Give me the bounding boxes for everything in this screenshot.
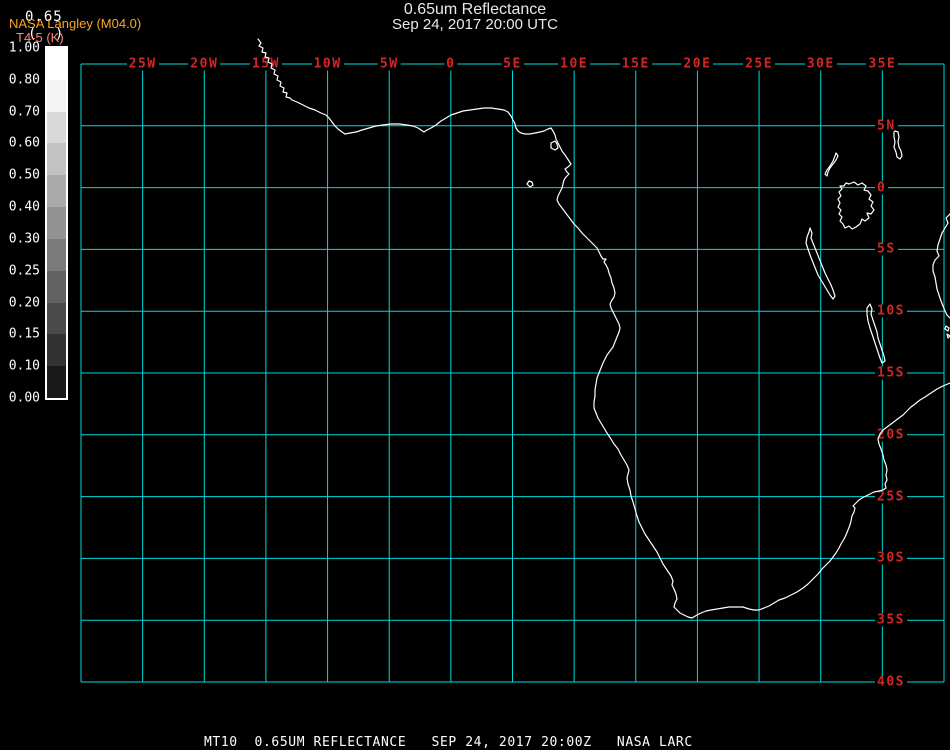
colorbar-segment: [47, 238, 66, 271]
title-block: 0.65um Reflectance Sep 24, 2017 20:00 UT…: [0, 1, 950, 33]
latitude-label: 35S: [875, 612, 907, 628]
colorbar-segment: [47, 48, 66, 80]
latitude-label: 5N: [875, 118, 898, 134]
timestamp-title: Sep 24, 2017 20:00 UTC: [392, 16, 558, 33]
longitude-label: 15E: [619, 56, 652, 72]
colorbar-tick-label: 0.40: [8, 199, 40, 215]
longitude-label: 15W: [249, 56, 282, 72]
latitude-label: 10S: [875, 303, 907, 319]
colorbar-segment: [47, 302, 66, 335]
colorbar-tick-label: 0.10: [8, 358, 40, 374]
channel-label: T4-5 (K): [16, 30, 64, 45]
colorbar-tick-label: 0.20: [8, 295, 40, 311]
colorbar-segment: [47, 143, 66, 176]
longitude-label: 35E: [866, 56, 899, 72]
longitude-label: 20E: [681, 56, 714, 72]
latitude-label: 15S: [875, 365, 907, 381]
latitude-label: 0: [875, 180, 889, 196]
product-title: 0.65um Reflectance: [403, 1, 547, 18]
status-line: MT10 0.65UM REFLECTANCE SEP 24, 2017 20:…: [204, 735, 693, 750]
source-label: NASA Langley (M04.0): [9, 16, 142, 31]
colorbar-segment: [47, 79, 66, 112]
colorbar-tick-label: 0.50: [8, 167, 40, 183]
grid-label-layer: 25W 20W 15W 10W 5W 0 5E 10E 15E 20E 25E 30E 35E 5N 0 5S…: [0, 0, 950, 750]
longitude-label: 0: [444, 56, 458, 72]
colorbar-segment: [47, 270, 66, 303]
longitude-label: 5E: [501, 56, 524, 72]
reflectance-colorbar: [45, 46, 68, 400]
latitude-label: 25S: [875, 489, 907, 505]
colorbar-segment: [47, 366, 66, 398]
longitude-label: 10E: [558, 56, 591, 72]
longitude-label: 10W: [311, 56, 344, 72]
latitude-label: 5S: [875, 241, 898, 257]
colorbar-segment: [47, 111, 66, 144]
colorbar-tick-label: 0.25: [8, 263, 40, 279]
latitude-label: 20S: [875, 427, 907, 443]
colorbar-segment: [47, 334, 66, 367]
colorbar-tick-label: 0.60: [8, 135, 40, 151]
colorbar-tick-label: 0.00: [8, 390, 40, 406]
colorbar-segment: [47, 175, 66, 208]
longitude-label: 25W: [126, 56, 159, 72]
colorbar-tick-label: 0.30: [8, 231, 40, 247]
colorbar-segment: [47, 207, 66, 239]
longitude-label: 30E: [804, 56, 837, 72]
colorbar-tick-label: 0.70: [8, 104, 40, 120]
latitude-label: 40S: [875, 674, 907, 690]
satellite-image-viewer: 25W 20W 15W 10W 5W 0 5E 10E 15E 20E 25E 30E 35E 5N 0 5S…: [0, 0, 950, 750]
colorbar-tick-label: 0.80: [8, 72, 40, 88]
longitude-label: 20W: [188, 56, 221, 72]
longitude-label: 25E: [743, 56, 776, 72]
colorbar-tick-label: 0.15: [8, 326, 40, 342]
longitude-label: 5W: [377, 56, 401, 72]
latitude-label: 30S: [875, 550, 907, 566]
